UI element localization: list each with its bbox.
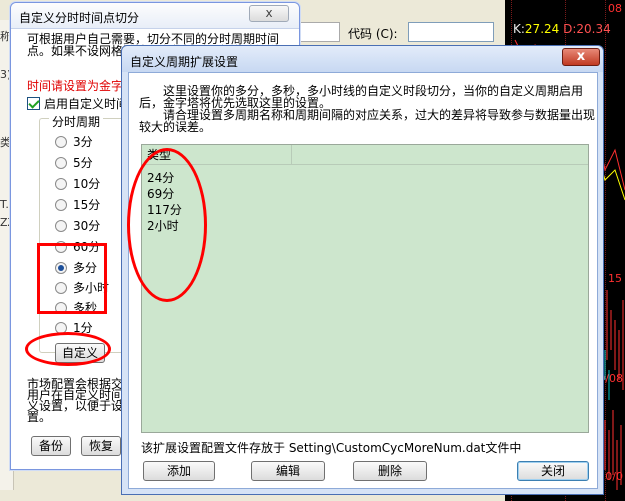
list-header: 类型 [142,145,588,165]
config-path-note: 该扩展设置配置文件存放于 Setting\CustomCycMoreNum.da… [141,441,522,455]
dialog-titlebar[interactable]: 自定义分时时间点切分 x [11,3,299,29]
close-button[interactable]: x [249,5,289,22]
radio-icon[interactable] [55,177,67,190]
background-field[interactable] [300,22,340,42]
edit-button[interactable]: 编辑 [251,461,325,481]
backup-button[interactable]: 备份 [31,436,71,456]
code-input[interactable] [408,22,494,42]
dialog-body: 这里设置你的多分，多秒，多小时线的自定义时段切分，当你的自定义周期启用后，金字塔… [128,72,598,489]
close-button[interactable]: x [562,48,600,66]
radio-label: 30分 [73,219,101,233]
radio-30min[interactable]: 30分 [55,217,100,234]
delete-button[interactable]: 删除 [353,461,427,481]
bg-strip-char: T. [0,198,9,211]
radio-icon[interactable] [55,135,67,148]
close-dialog-button[interactable]: 关闭 [517,461,589,481]
radio-label: 10分 [73,177,101,191]
description-text: 这里设置你的多分，多秒，多小时线的自定义时段切分，当你的自定义周期启用后，金字塔… [139,85,601,133]
period-group-label: 分时周期 [49,113,104,130]
radio-label: 3分 [73,135,93,149]
radio-icon[interactable] [55,198,67,211]
description-paragraph-2: 请合理设置多周期名称和周期间隔的对应关系，过大的差异将导致参与数据量出现较大的误… [139,108,596,134]
annotation-red-rectangle [37,243,107,314]
annotation-red-ellipse [25,332,111,366]
radio-label: 15分 [73,198,101,212]
radio-5min[interactable]: 5分 [55,154,93,171]
radio-icon[interactable] [55,156,67,169]
radio-3min[interactable]: 3分 [55,133,93,150]
radio-15min[interactable]: 15分 [55,196,100,213]
code-label: 代码 (C): [348,27,398,41]
radio-label: 5分 [73,156,93,170]
restore-button[interactable]: 恢复 [81,436,121,456]
description-paragraph-1: 这里设置你的多分，多秒，多小时线的自定义时段切分，当你的自定义周期启用后，金字塔… [139,84,584,110]
radio-icon[interactable] [55,219,67,232]
annotation-red-ellipse [127,148,207,302]
radio-10min[interactable]: 10分 [55,175,100,192]
add-button[interactable]: 添加 [143,461,215,481]
dialog-titlebar[interactable]: 自定义周期扩展设置 x [122,46,603,72]
cycle-list[interactable]: 类型 24分 69分 117分 2小时 [141,144,589,433]
checkbox-checked-icon[interactable] [27,97,40,110]
checkbox-label: 启用自定义时间 [44,97,129,111]
dialog-title: 自定义分时时间点切分 [19,11,140,25]
dialog-title: 自定义周期扩展设置 [130,55,239,69]
